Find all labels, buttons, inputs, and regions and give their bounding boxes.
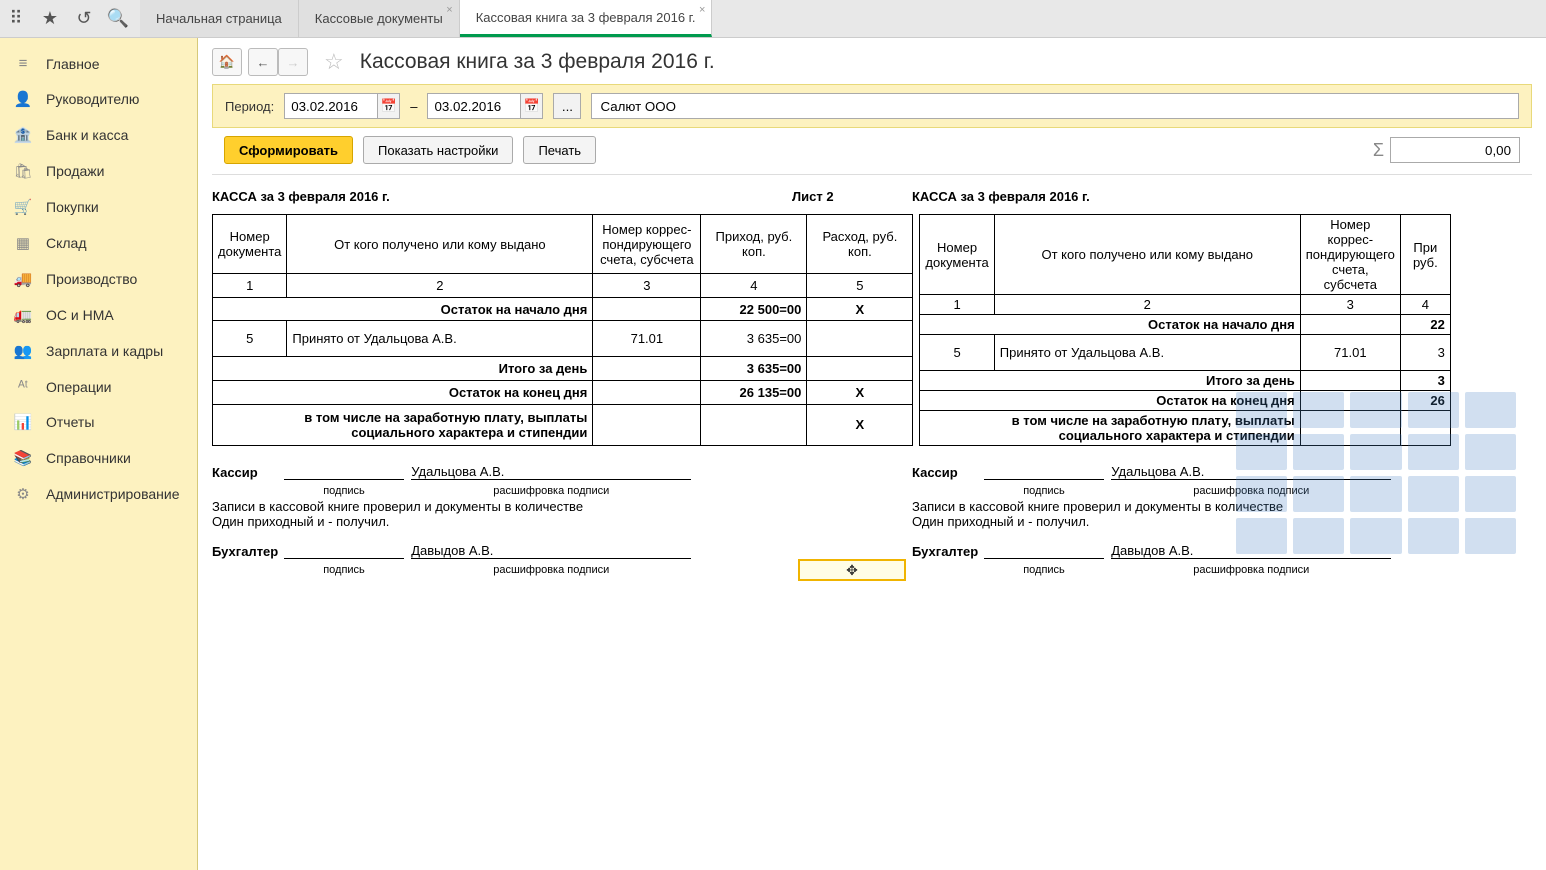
print-button[interactable]: Печать [523, 136, 596, 164]
col-h3r: Номер коррес-пондирующего счета, субсчет… [1300, 215, 1400, 295]
sidebar-item-sales[interactable]: 🛍 Продажи [0, 153, 197, 189]
show-settings-button[interactable]: Показать настройки [363, 136, 513, 164]
bag-icon: 🛍 [14, 162, 32, 180]
report-area: КАССА за 3 февраля 2016 г. Лист 2 КАССА … [198, 175, 1546, 592]
user-icon: 👤 [14, 90, 32, 108]
home-button[interactable]: 🏠 [212, 48, 242, 76]
dash: – [410, 99, 417, 114]
note1: Записи в кассовой книге проверил и докум… [212, 499, 912, 514]
sidebar-item-label: Банк и касса [46, 127, 128, 143]
sidebar-item-reports[interactable]: 📊 Отчеты [0, 404, 197, 440]
tab-label: Кассовая книга за 3 февраля 2016 г. [476, 10, 696, 25]
col-h4: Приход, руб. коп. [701, 215, 807, 274]
accountant-name: Давыдов А.В. [411, 543, 691, 559]
sidebar-item-purchases[interactable]: 🛒 Покупки [0, 189, 197, 225]
tab-cash-docs[interactable]: Кассовые документы× [299, 0, 460, 37]
cart-icon: 🛒 [14, 198, 32, 216]
tab-cash-book[interactable]: Кассовая книга за 3 февраля 2016 г.× [460, 0, 713, 37]
tabs: Начальная страница Кассовые документы× К… [140, 0, 712, 37]
sidebar-item-admin[interactable]: ⚙ Администрирование [0, 476, 197, 512]
sheet-title-right: КАССА за 3 февраля 2016 г. [912, 189, 1090, 204]
menu-icon: ≡ [14, 55, 32, 72]
people-icon: 👥 [14, 342, 32, 360]
calendar-from-icon[interactable]: 📅 [378, 93, 400, 119]
tab-label: Кассовые документы [315, 11, 443, 26]
back-button[interactable]: ← [248, 48, 278, 76]
search-icon[interactable]: 🔍 [108, 9, 128, 29]
sidebar-item-label: Операции [46, 379, 112, 395]
sidebar-item-stock[interactable]: ▦ Склад [0, 225, 197, 261]
form-button[interactable]: Сформировать [224, 136, 353, 164]
close-icon[interactable]: × [446, 4, 452, 16]
history-icon[interactable]: ↺ [74, 9, 94, 29]
sidebar-item-label: Склад [46, 235, 87, 251]
accountant-label: Бухгалтер [212, 544, 284, 559]
period-label: Период: [225, 99, 274, 114]
sidebar-item-os[interactable]: 🚛 ОС и НМА [0, 297, 197, 333]
note2: Один приходный и - получил. [212, 514, 912, 529]
gear-icon: ⚙ [14, 485, 32, 503]
col-h4r: При руб. [1400, 215, 1450, 295]
truck-icon: 🚚 [14, 270, 32, 288]
cashier-label: Кассир [212, 465, 284, 480]
date-to-input[interactable] [427, 93, 521, 119]
sidebar-item-label: Покупки [46, 199, 99, 215]
ops-icon: ᴬᵗ [14, 378, 32, 395]
period-picker-button[interactable]: ... [553, 93, 581, 119]
cash-table-left: Номер документа От кого получено или ком… [212, 214, 913, 446]
tab-home[interactable]: Начальная страница [140, 0, 299, 37]
forward-button[interactable]: → [278, 48, 308, 76]
cashier-name: Удальцова А.В. [411, 464, 691, 480]
sidebar-item-refs[interactable]: 📚 Справочники [0, 440, 197, 476]
sidebar-item-label: Администрирование [46, 486, 180, 502]
col-h1: Номер документа [213, 215, 287, 274]
sidebar-item-main[interactable]: ≡ Главное [0, 46, 197, 81]
sidebar-item-label: Отчеты [46, 414, 94, 430]
favorite-icon[interactable]: ☆ [324, 49, 344, 75]
sum-icon[interactable]: Σ [1373, 140, 1384, 161]
truck2-icon: 🚛 [14, 306, 32, 324]
sidebar-item-label: Главное [46, 56, 100, 72]
sidebar-item-production[interactable]: 🚚 Производство [0, 261, 197, 297]
sidebar-item-label: Справочники [46, 450, 131, 466]
apps-icon[interactable]: ⠿ [6, 9, 26, 29]
grid-icon: ▦ [14, 234, 32, 252]
date-from-input[interactable] [284, 93, 378, 119]
sidebar-item-label: Руководителю [46, 91, 139, 107]
books-icon: 📚 [14, 449, 32, 467]
calendar-to-icon[interactable]: 📅 [521, 93, 543, 119]
close-icon[interactable]: × [699, 4, 705, 16]
sidebar-item-operations[interactable]: ᴬᵗ Операции [0, 369, 197, 404]
sidebar-item-label: Зарплата и кадры [46, 343, 163, 359]
chart-icon: 📊 [14, 413, 32, 431]
organization-input[interactable] [591, 93, 1519, 119]
sheet-page: Лист 2 [792, 189, 902, 204]
cash-table-right: Номер документа От кого получено или ком… [919, 214, 1450, 446]
sidebar-item-label: ОС и НМА [46, 307, 114, 323]
sidebar-item-manager[interactable]: 👤 Руководителю [0, 81, 197, 117]
col-h2r: От кого получено или кому выдано [994, 215, 1300, 295]
sidebar-item-bank[interactable]: 🏦 Банк и касса [0, 117, 197, 153]
sheet-title-left: КАССА за 3 февраля 2016 г. [212, 189, 792, 204]
sidebar-item-hr[interactable]: 👥 Зарплата и кадры [0, 333, 197, 369]
tab-label: Начальная страница [156, 11, 282, 26]
bank-icon: 🏦 [14, 126, 32, 144]
topbar: ⠿ ★ ↺ 🔍 Начальная страница Кассовые доку… [0, 0, 1546, 38]
col-h1r: Номер документа [920, 215, 994, 295]
col-h5: Расход, руб. коп. [807, 215, 913, 274]
sidebar-item-label: Продажи [46, 163, 104, 179]
col-h3: Номер коррес-пондирующего счета, субсчет… [593, 215, 701, 274]
page-title: Кассовая книга за 3 февраля 2016 г. [360, 50, 715, 74]
sidebar-item-label: Производство [46, 271, 137, 287]
star-icon[interactable]: ★ [40, 9, 60, 29]
col-h2: От кого получено или кому выдано [287, 215, 593, 274]
sidebar: ≡ Главное 👤 Руководителю 🏦 Банк и касса 🛍 Пр… [0, 38, 198, 870]
sum-input[interactable] [1390, 137, 1520, 163]
params-bar: Период: 📅 – 📅 ... [212, 84, 1532, 128]
